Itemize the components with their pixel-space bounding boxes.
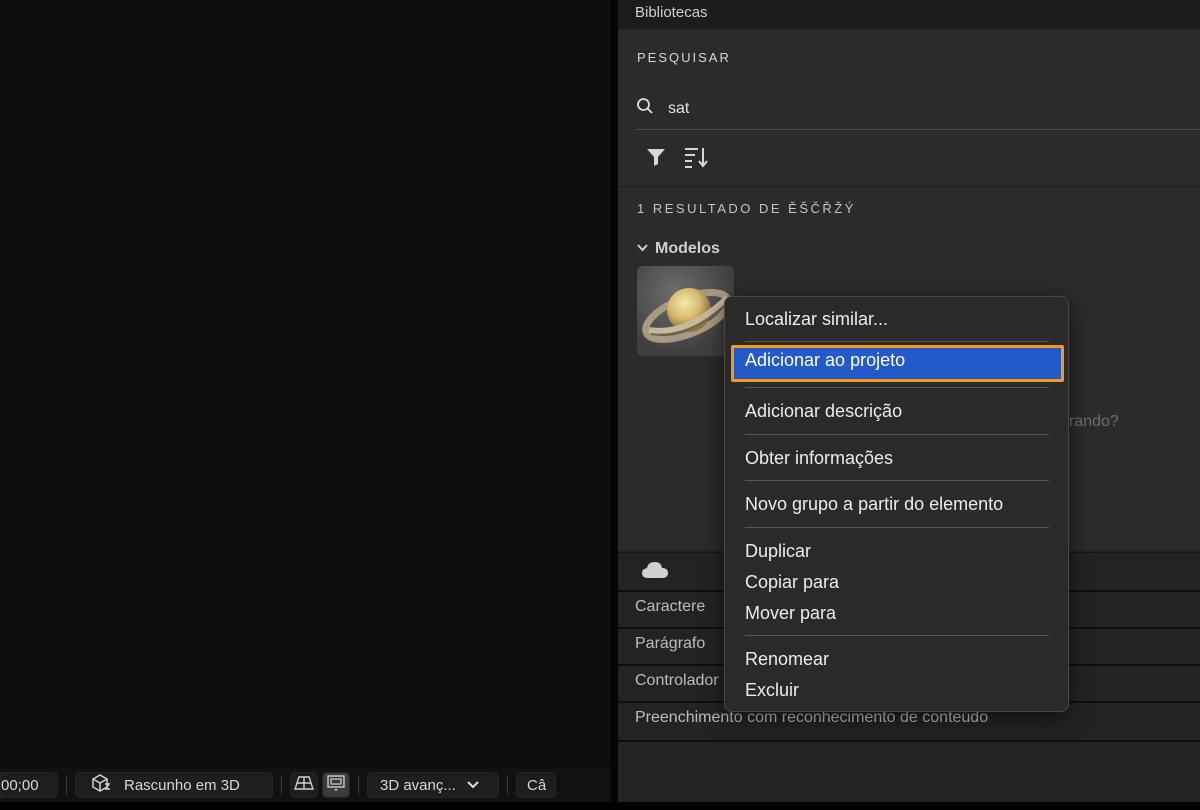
chevron-down-icon — [466, 777, 480, 794]
menu-separator — [745, 480, 1049, 481]
menu-item-localizar-similar[interactable]: Localizar similar... — [731, 304, 1064, 335]
toolbar-divider — [281, 775, 282, 795]
draft-3d-icon — [90, 773, 112, 797]
toolbar-divider — [66, 775, 67, 795]
menu-item-copiar-para[interactable]: Copiar para — [731, 567, 1064, 598]
menu-item-renomear[interactable]: Renomear — [731, 644, 1064, 675]
panel-splitter[interactable] — [610, 0, 618, 810]
saturn-icon — [642, 288, 732, 343]
timecode-display[interactable]: 00;00 — [0, 772, 58, 798]
composition-viewer[interactable] — [0, 0, 610, 764]
search-section-label: PESQUISAR — [637, 50, 731, 65]
menu-separator — [745, 527, 1049, 528]
panel-footer — [618, 740, 1200, 802]
divider — [618, 186, 1200, 187]
menu-item-excluir[interactable]: Excluir — [731, 675, 1064, 706]
view-toggle-icon — [326, 774, 346, 796]
toolbar-divider — [358, 775, 359, 795]
group-label: Modelos — [655, 240, 720, 257]
toolbar-divider — [507, 775, 508, 795]
filter-toolbar — [646, 146, 708, 173]
menu-separator — [745, 341, 1049, 342]
renderer-dropdown[interactable]: 3D avanç... — [367, 772, 499, 798]
filter-icon[interactable] — [646, 147, 666, 172]
menu-separator — [745, 387, 1049, 388]
menu-item-mover-para[interactable]: Mover para — [731, 598, 1064, 629]
search-input[interactable]: sat — [668, 100, 689, 118]
renderer-label: 3D avanç... — [380, 776, 456, 794]
menu-item-obter-informacoes[interactable]: Obter informações — [731, 443, 1064, 474]
panel-title[interactable]: Bibliotecas — [618, 0, 1200, 28]
bottom-strip — [0, 802, 1200, 810]
search-field[interactable]: sat — [636, 88, 1200, 130]
sort-icon[interactable] — [684, 146, 708, 173]
menu-item-adicionar-descricao[interactable]: Adicionar descrição — [731, 396, 1064, 427]
menu-item-duplicar[interactable]: Duplicar — [731, 536, 1064, 567]
cloud-icon[interactable] — [641, 561, 669, 584]
camera-dropdown[interactable]: Câ — [516, 772, 556, 798]
menu-separator — [745, 635, 1049, 636]
chevron-down-icon — [636, 240, 649, 258]
ground-plane-icon — [294, 775, 314, 795]
menu-item-adicionar-ao-projeto[interactable]: Adicionar ao projeto — [731, 345, 1064, 382]
view-toggle-button[interactable] — [322, 772, 350, 798]
search-icon — [636, 97, 654, 120]
app-window: 00;00 Rascunho em 3D 3D avanç... Câ Bibl… — [0, 0, 1200, 810]
ground-plane-button[interactable] — [290, 772, 318, 798]
menu-item-novo-grupo[interactable]: Novo grupo a partir do elemento — [731, 489, 1064, 520]
group-header-modelos[interactable]: Modelos — [636, 240, 720, 258]
viewer-toolbar: 00;00 Rascunho em 3D 3D avanç... Câ — [0, 768, 610, 802]
context-menu: Localizar similar... Adicionar ao projet… — [724, 296, 1069, 712]
menu-separator — [745, 434, 1049, 435]
saturn-model-thumbnail[interactable] — [637, 266, 734, 356]
hint-text: rando? — [1069, 413, 1119, 430]
draft-3d-label: Rascunho em 3D — [124, 776, 240, 794]
results-count: 1 RESULTADO DE ĚŠČŘŽÝ — [637, 201, 856, 216]
draft-3d-button[interactable]: Rascunho em 3D — [75, 772, 273, 798]
